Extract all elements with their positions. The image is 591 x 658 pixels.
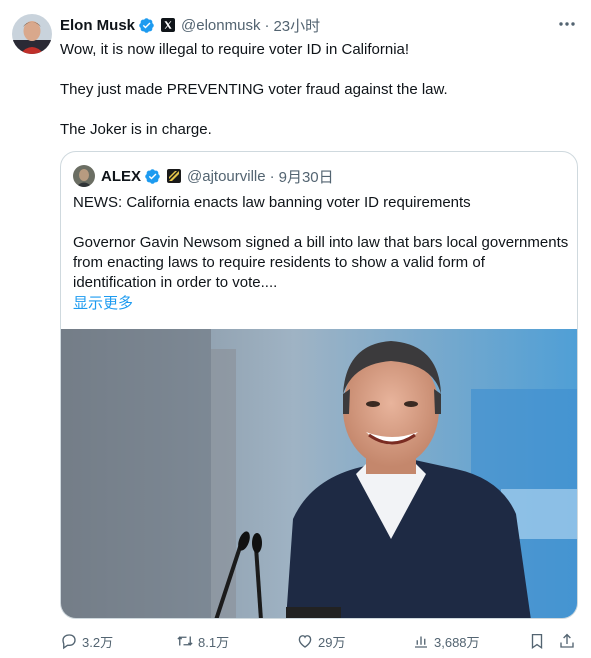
repost-icon [177, 636, 193, 646]
views-icon [415, 636, 427, 648]
tweet-line-3: The Joker is in charge. [60, 121, 212, 138]
quote-date[interactable]: 9月30日 [279, 166, 334, 187]
share-button[interactable] [558, 630, 580, 652]
quote-author-handle[interactable]: @ajtourville [187, 168, 266, 185]
header-separator: · [264, 16, 270, 34]
more-icon[interactable] [557, 16, 577, 32]
views-count: 3,688万 [434, 634, 480, 650]
like-button[interactable]: 29万 [296, 630, 345, 652]
quote-headline: NEWS: California enacts law banning vote… [73, 194, 471, 211]
share-icon [560, 633, 574, 648]
tweet-time[interactable]: 23小时 [273, 15, 320, 36]
tweet-line-2: They just made PREVENTING voter fraud ag… [60, 81, 448, 98]
verified-badge-icon[interactable] [138, 17, 155, 34]
reply-count: 3.2万 [82, 634, 114, 650]
quote-separator: · [269, 167, 275, 185]
reply-button[interactable]: 3.2万 [60, 630, 113, 652]
tweet-header: Elon Musk @elonmusk · 23小时 [60, 15, 320, 35]
repost-count: 8.1万 [198, 634, 230, 650]
views-button[interactable]: 3,688万 [412, 630, 480, 652]
quote-author-avatar[interactable] [73, 165, 95, 187]
verified-badge-icon[interactable] [144, 168, 161, 185]
author-name[interactable]: Elon Musk [60, 17, 135, 34]
quote-body: NEWS: California enacts law banning vote… [73, 193, 569, 313]
like-count: 29万 [318, 634, 346, 650]
author-avatar[interactable] [12, 14, 52, 54]
quote-photo[interactable] [61, 329, 577, 618]
repost-button[interactable]: 8.1万 [176, 630, 229, 652]
tweet-line-1: Wow, it is now illegal to require voter … [60, 41, 410, 58]
like-icon [298, 635, 312, 648]
quoted-tweet[interactable]: ALEX @ajtourville · 9月30日 NEWS: Californ… [60, 151, 578, 619]
reply-icon [62, 634, 76, 650]
show-more-link[interactable]: 显示更多 [73, 292, 133, 313]
author-handle[interactable]: @elonmusk [181, 17, 260, 34]
affiliate-badge-icon [167, 169, 182, 183]
quote-header: ALEX @ajtourville · 9月30日 [73, 165, 334, 187]
bookmark-icon [531, 633, 543, 650]
quote-text: Governor Gavin Newsom signed a bill into… [73, 234, 569, 291]
x-logo-icon [161, 18, 176, 32]
tweet-text: Wow, it is now illegal to require voter … [60, 40, 570, 140]
quote-author-name[interactable]: ALEX [101, 168, 141, 185]
action-bar: 3.2万 8.1万 29万 3,688万 [60, 630, 580, 652]
bookmark-button[interactable] [528, 630, 550, 652]
